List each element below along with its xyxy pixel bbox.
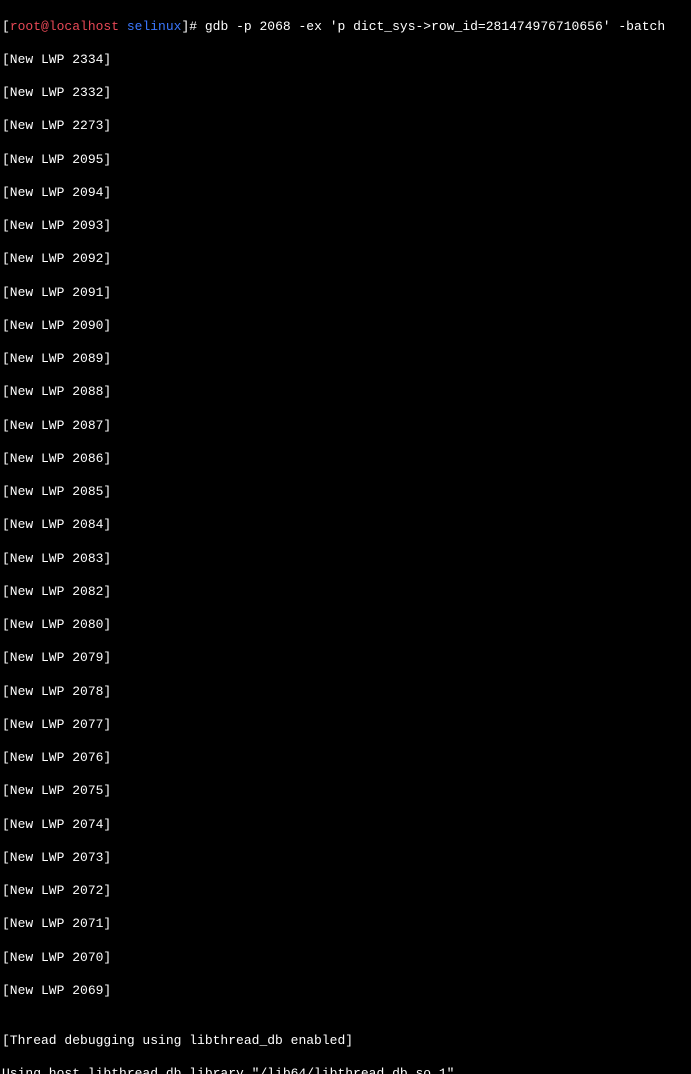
lwp-entry: [New LWP 2071] bbox=[2, 916, 689, 933]
bracket: [ bbox=[2, 19, 10, 34]
lwp-entry: [New LWP 2093] bbox=[2, 218, 689, 235]
lwp-entry: [New LWP 2074] bbox=[2, 817, 689, 834]
lwp-entry: [New LWP 2088] bbox=[2, 384, 689, 401]
lwp-entry: [New LWP 2077] bbox=[2, 717, 689, 734]
lwp-entry: [New LWP 2070] bbox=[2, 950, 689, 967]
lwp-entry: [New LWP 2082] bbox=[2, 584, 689, 601]
lwp-entry: [New LWP 2076] bbox=[2, 750, 689, 767]
command-text: gdb -p 2068 -ex 'p dict_sys->row_id=2814… bbox=[205, 19, 665, 34]
lwp-entry: [New LWP 2079] bbox=[2, 650, 689, 667]
lwp-entry: [New LWP 2089] bbox=[2, 351, 689, 368]
lwp-entry: [New LWP 2090] bbox=[2, 318, 689, 335]
lwp-entry: [New LWP 2334] bbox=[2, 52, 689, 69]
lwp-entry: [New LWP 2094] bbox=[2, 185, 689, 202]
lwp-entry: [New LWP 2084] bbox=[2, 517, 689, 534]
lwp-entry: [New LWP 2072] bbox=[2, 883, 689, 900]
prompt-line[interactable]: [root@localhost selinux]# gdb -p 2068 -e… bbox=[2, 19, 689, 36]
lwp-entry: [New LWP 2069] bbox=[2, 983, 689, 1000]
user-host: root@localhost bbox=[10, 19, 119, 34]
lwp-entry: [New LWP 2091] bbox=[2, 285, 689, 302]
lwp-entry: [New LWP 2273] bbox=[2, 118, 689, 135]
terminal-output: [root@localhost selinux]# gdb -p 2068 -e… bbox=[2, 2, 689, 1074]
lwp-entry: [New LWP 2087] bbox=[2, 418, 689, 435]
host-lib: Using host libthread_db library "/lib64/… bbox=[2, 1066, 689, 1074]
lwp-entry: [New LWP 2080] bbox=[2, 617, 689, 634]
cwd: selinux bbox=[127, 19, 182, 34]
lwp-entry: [New LWP 2073] bbox=[2, 850, 689, 867]
lwp-entry: [New LWP 2083] bbox=[2, 551, 689, 568]
hash: # bbox=[189, 19, 205, 34]
lwp-entry: [New LWP 2332] bbox=[2, 85, 689, 102]
lwp-entry: [New LWP 2078] bbox=[2, 684, 689, 701]
lwp-entry: [New LWP 2092] bbox=[2, 251, 689, 268]
lwp-entry: [New LWP 2075] bbox=[2, 783, 689, 800]
thread-debug: [Thread debugging using libthread_db ena… bbox=[2, 1033, 689, 1050]
lwp-entry: [New LWP 2086] bbox=[2, 451, 689, 468]
lwp-entry: [New LWP 2095] bbox=[2, 152, 689, 169]
lwp-entry: [New LWP 2085] bbox=[2, 484, 689, 501]
